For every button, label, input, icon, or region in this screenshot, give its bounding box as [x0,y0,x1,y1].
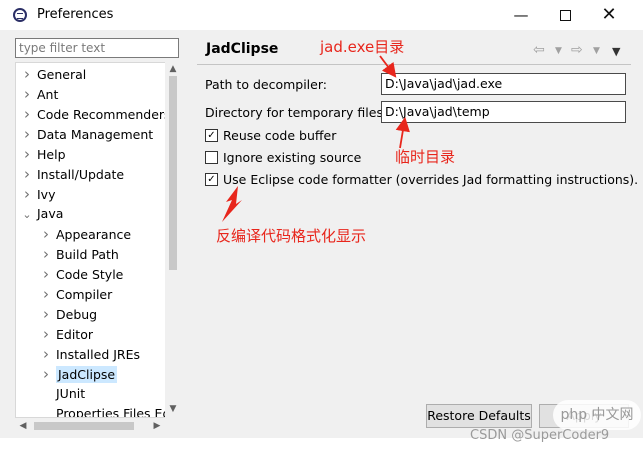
arrow-to-formatter-checkbox [222,186,242,222]
arrow-to-temp-input [395,116,410,149]
php-watermark-badge: php 中文网 [553,400,641,430]
csdn-watermark: CSDN @SuperCoder9 [470,428,610,443]
annotation-arrows [222,55,410,222]
arrow-to-decompiler-input [379,55,397,78]
